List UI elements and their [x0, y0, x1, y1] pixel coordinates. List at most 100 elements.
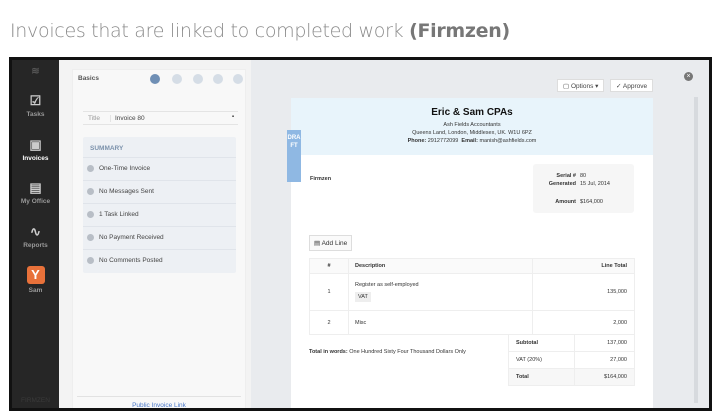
save-icon[interactable]: ▪	[232, 114, 234, 120]
summary-text: No Comments Posted	[99, 257, 163, 264]
details-panel: Basics Title Invoice 80 ▪ SUMMARY One-Ti…	[59, 60, 251, 408]
options-label: Options	[570, 83, 594, 90]
line-items-table: # Description Line Total 1 Register as self…	[309, 258, 635, 335]
sidebar-item-reports[interactable]: ∿ Reports	[12, 224, 59, 250]
sidebar-label: Reports	[23, 242, 48, 249]
summary-item: No Payment Received	[83, 226, 236, 249]
caption-bold: (Firmzen)	[409, 20, 510, 42]
header-description: Description	[348, 258, 533, 274]
company-address: Queens Land, London, Middlesex, UK. W1U …	[412, 130, 532, 136]
add-line-button[interactable]: ▤ Add Line	[309, 235, 353, 251]
basics-card: Basics Title Invoice 80 ▪ SUMMARY One-Ti…	[72, 69, 246, 408]
scrollbar[interactable]	[694, 97, 698, 403]
summary-text: 1 Task Linked	[99, 211, 139, 218]
mail-icon[interactable]	[172, 74, 182, 84]
line-number: 2	[309, 310, 349, 335]
summary-text: No Payment Received	[99, 234, 164, 241]
serial-label: Serial #	[556, 173, 576, 179]
generated-date: 15 Jul, 2014	[580, 181, 610, 187]
summary-item: No Comments Posted	[83, 249, 236, 272]
company-name: Eric & Sam CPAs	[431, 107, 513, 118]
client-name: Firmzen	[310, 176, 332, 182]
title-field[interactable]: Title Invoice 80 ▪	[83, 111, 238, 125]
header-number: #	[309, 258, 349, 274]
subtotal-label: Subtotal	[508, 334, 575, 352]
amount-label: Amount	[555, 199, 576, 205]
sidebar-item-tasks[interactable]: ☑ Tasks	[12, 93, 59, 119]
page-caption: Invoices that are linked to completed wo…	[10, 20, 510, 42]
sidebar-item-my-office[interactable]: ▤ My Office	[12, 180, 59, 206]
vat-label: VAT (20%)	[508, 351, 575, 369]
invoice-paper: Eric & Sam CPAs Ash Fields Accountants Q…	[287, 98, 653, 408]
sidebar-label: Invoices	[22, 155, 49, 162]
serial: 80	[580, 173, 587, 179]
line-number: 1	[309, 273, 349, 311]
sidebar-label: Tasks	[26, 111, 45, 118]
invoice-meta: Serial # 80 Generated 15 Jul, 2014 Amount $…	[533, 164, 634, 213]
total-label: Total	[508, 368, 575, 386]
company-subtitle: Ash Fields Accountants	[443, 122, 501, 128]
invoice-preview: ▢ Options ▾ ✓ Approve × Eric & Sam CPAs …	[251, 60, 709, 408]
summary-item: 1 Task Linked	[83, 203, 236, 226]
words: One Hundred Sixty Four Thousand Dollars …	[349, 349, 466, 355]
dollar-icon	[87, 234, 94, 241]
generated-label: Generated	[548, 181, 576, 187]
email-label: Email:	[461, 138, 478, 144]
brand-text: FIRMZEN	[21, 397, 50, 404]
public-invoice-link[interactable]: Public Invoice Link	[77, 396, 241, 408]
table-row[interactable]: 2 Misc 2,000	[309, 310, 635, 335]
line-total: 2,000	[532, 310, 635, 335]
title-input[interactable]: Invoice 80	[110, 115, 145, 122]
line-description: Register as self-employed	[355, 282, 419, 288]
totals-table: Subtotal 137,000 VAT (20%) 27,000 Total $16…	[508, 334, 636, 386]
sidebar-label: Sam	[28, 287, 43, 294]
add-line-label: Add Line	[321, 240, 348, 247]
wrench-icon[interactable]	[150, 74, 160, 84]
phone-label: Phone:	[407, 138, 427, 144]
sidebar: ≋ ☑ Tasks ▣ Invoices ▤ My Office ∿ Reports Y…	[12, 60, 59, 408]
options-button[interactable]: ▢ Options ▾	[557, 79, 605, 92]
sidebar-label: My Office	[20, 198, 51, 205]
section-title: Basics	[78, 75, 99, 82]
briefcase-icon: ▤	[29, 180, 42, 195]
summary-text: One-Time Invoice	[99, 165, 151, 172]
pulse-icon: ∿	[30, 224, 41, 239]
vat: 27,000	[573, 351, 636, 369]
summary-heading: SUMMARY	[90, 145, 124, 152]
total-in-words: Total in words: One Hundred Sixty Four T…	[309, 349, 466, 355]
sidebar-item-sam[interactable]: Y Sam	[12, 266, 59, 294]
check-icon[interactable]	[193, 74, 203, 84]
approve-label: Approve	[622, 83, 648, 90]
tax-tag: VAT	[355, 292, 371, 302]
close-icon[interactable]: ×	[684, 72, 693, 81]
comment-icon[interactable]	[233, 74, 243, 84]
dollar-icon[interactable]	[213, 74, 223, 84]
line-description: Misc	[348, 310, 533, 335]
amount: $164,000	[580, 199, 603, 205]
email: manish@ashfields.com	[479, 138, 537, 144]
recurring-icon	[87, 165, 94, 172]
sidebar-item-invoices[interactable]: ▣ Invoices	[12, 137, 59, 163]
words-label: Total in words:	[309, 349, 348, 355]
phone: 2912772099	[427, 138, 459, 144]
caption-text: Invoices that are linked to completed wo…	[10, 20, 410, 42]
header-line-total: Line Total	[532, 258, 635, 274]
invoice-header: Eric & Sam CPAs Ash Fields Accountants Q…	[291, 98, 653, 155]
summary-text: No Messages Sent	[99, 188, 154, 195]
invoices-icon: ▣	[29, 137, 42, 152]
comment-icon	[87, 257, 94, 264]
user-avatar: Y	[26, 266, 45, 284]
mail-icon	[87, 188, 94, 195]
app-window: ≋ ☑ Tasks ▣ Invoices ▤ My Office ∿ Reports Y…	[9, 57, 712, 411]
line-total: 135,000	[532, 273, 635, 311]
subtotal: 137,000	[573, 334, 636, 352]
title-label: Title	[88, 115, 101, 122]
total: $164,000	[573, 368, 636, 386]
check-icon	[87, 211, 94, 218]
table-row[interactable]: 1 Register as self-employed VAT 135,000	[309, 273, 635, 311]
draft-ribbon: DRAFT	[287, 130, 301, 182]
approve-button[interactable]: ✓ Approve	[610, 79, 654, 92]
summary-item: No Messages Sent	[83, 180, 236, 203]
tasks-icon: ☑	[29, 93, 42, 108]
company-contact: Phone: 2912772099 Email: manish@ashfield…	[291, 138, 653, 144]
